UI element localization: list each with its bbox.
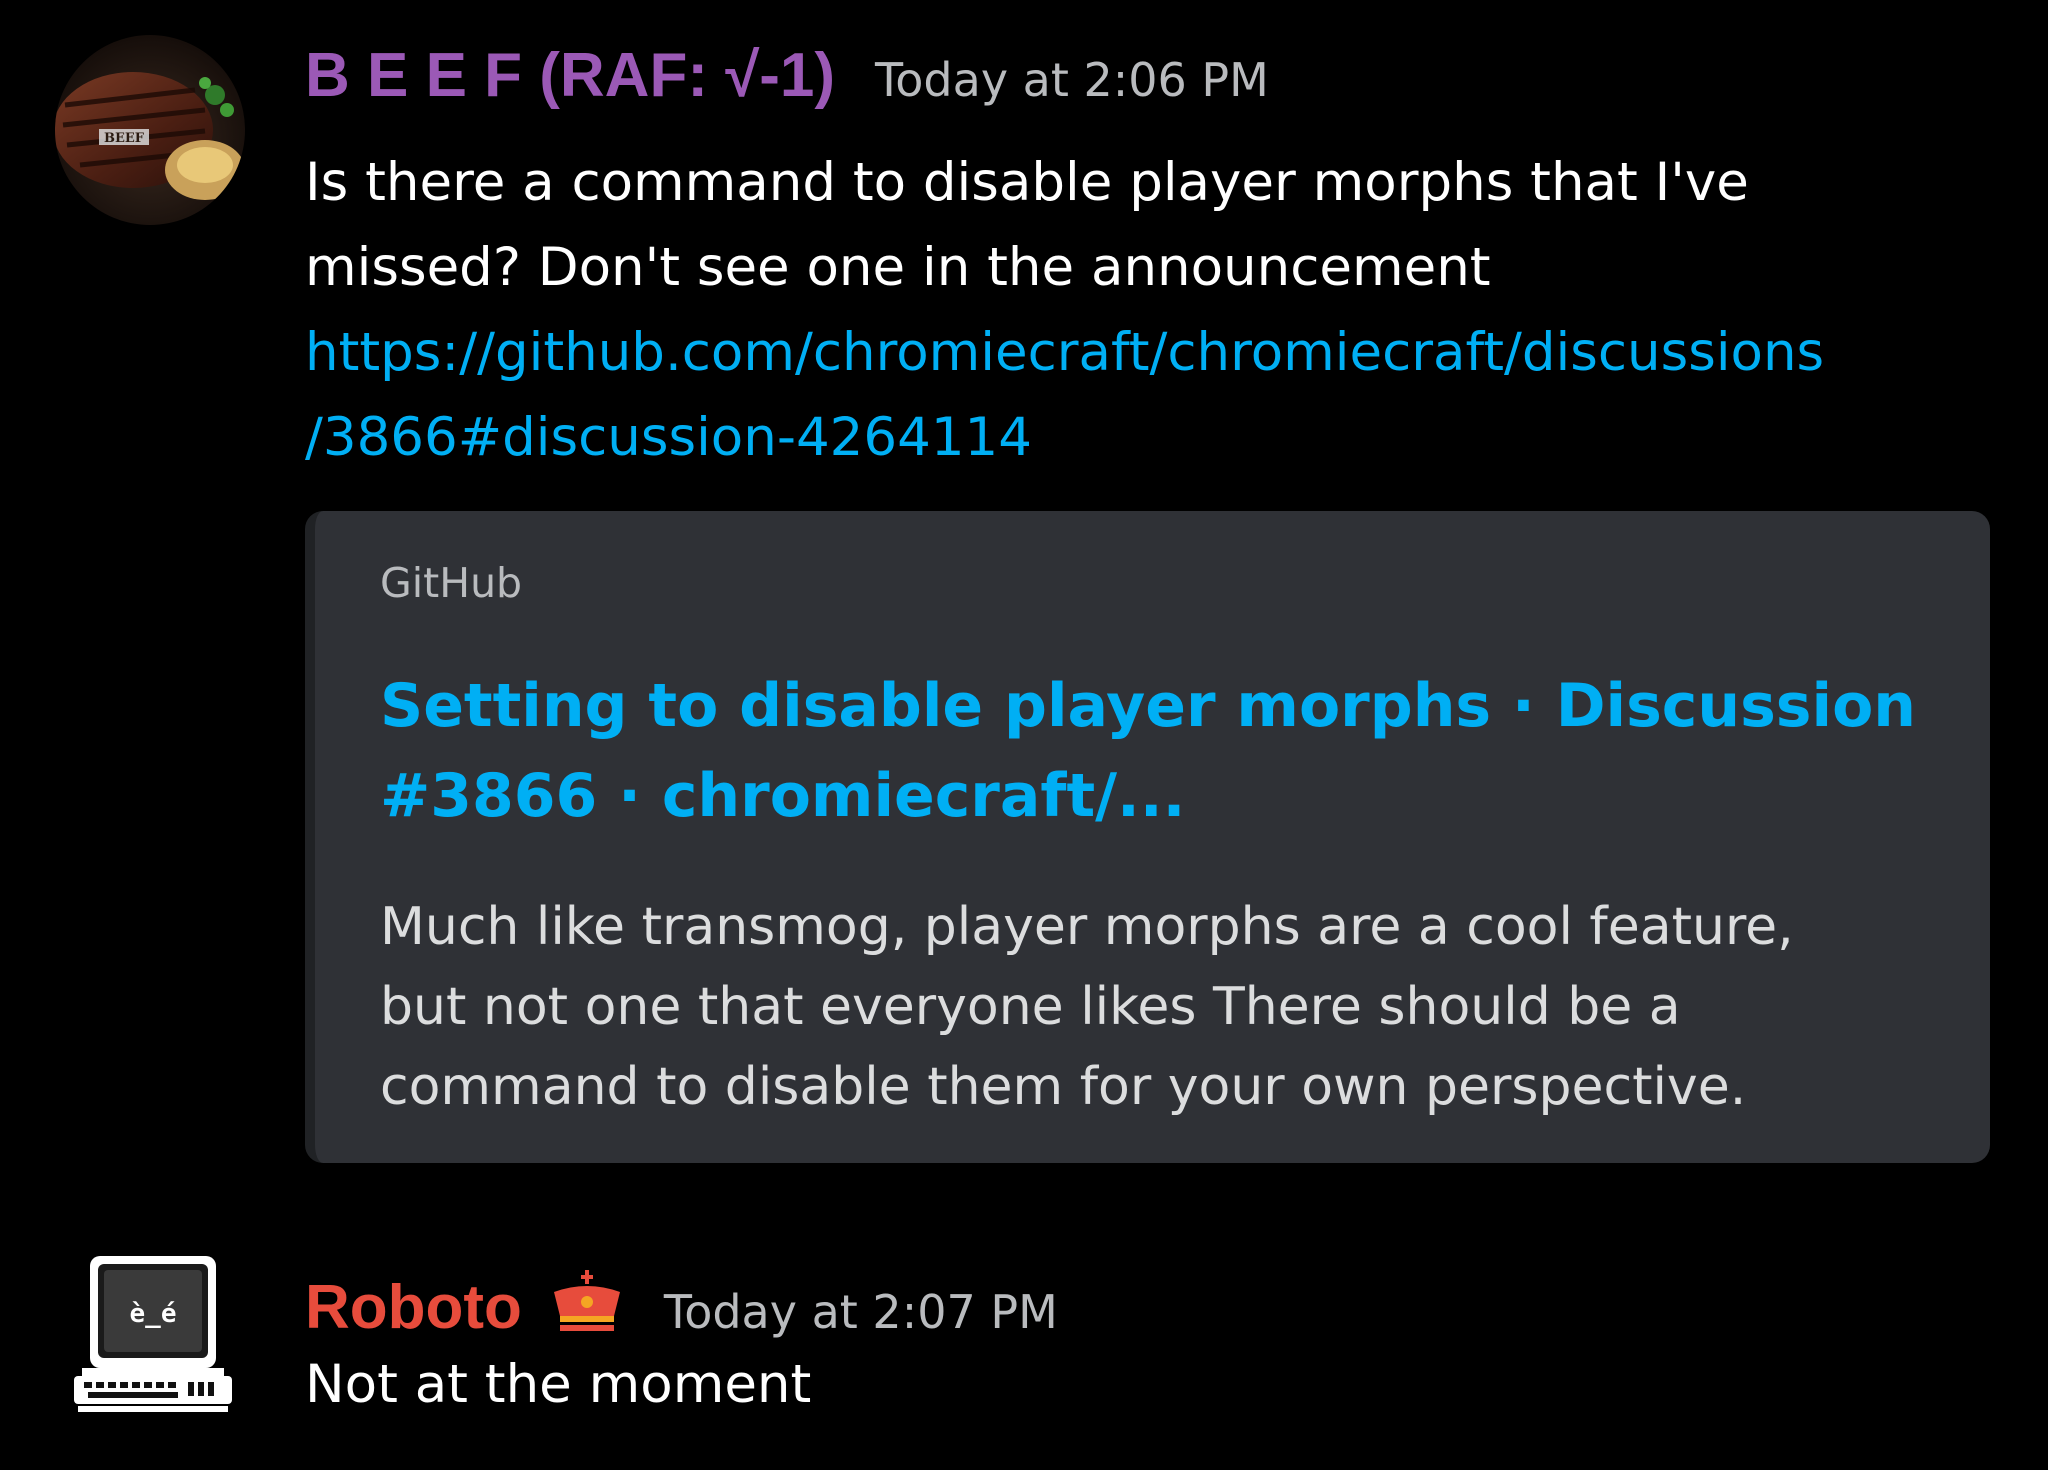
timestamp: Today at 2:07 PM — [663, 1285, 1058, 1339]
message-link-line[interactable]: /3866#discussion-4264114 — [305, 395, 1824, 480]
crown-icon — [550, 1270, 624, 1340]
embed-desc-line: Much like transmog, player morphs are a … — [380, 897, 1794, 957]
timestamp: Today at 2:06 PM — [875, 53, 1269, 107]
message-link-line[interactable]: https://github.com/chromiecraft/chromiec… — [305, 310, 1824, 395]
embed-description: Much like transmog, player morphs are a … — [380, 887, 1960, 1127]
message-content: Not at the moment — [305, 1342, 811, 1427]
username[interactable]: B E E F (RAF: √-1) — [305, 40, 835, 111]
username[interactable]: Roboto — [305, 1272, 522, 1343]
embed-provider[interactable]: GitHub — [380, 559, 522, 607]
steak-avatar-image: BEEF — [55, 35, 245, 225]
message-header: Roboto Today at 2:07 PM — [305, 1262, 1058, 1343]
message-content: Is there a command to disable player mor… — [305, 140, 1824, 480]
message-link[interactable]: https://github.com/chromiecraft/chromiec… — [305, 310, 1824, 480]
message-text-line: Is there a command to disable player mor… — [305, 152, 1749, 213]
user-avatar[interactable]: BEEF — [55, 35, 245, 225]
avatar-face-text: è_é — [130, 1299, 177, 1329]
computer-avatar-image: è_é — [74, 1256, 232, 1412]
embed-desc-line: but not one that everyone likes There sh… — [380, 977, 1681, 1037]
link-embed: GitHub Setting to disable player morphs … — [305, 511, 1990, 1163]
user-avatar[interactable]: è_é — [68, 1250, 238, 1420]
message-text-line: Not at the moment — [305, 1354, 812, 1415]
message-text-line: missed? Don't see one in the announcemen… — [305, 237, 1491, 298]
embed-title-line[interactable]: #3866 · chromiecraft/... — [380, 751, 1940, 841]
embed-title[interactable]: Setting to disable player morphs · Discu… — [380, 661, 1940, 841]
message-header: B E E F (RAF: √-1) Today at 2:06 PM — [305, 40, 1269, 111]
embed-desc-line: command to disable them for your own per… — [380, 1057, 1747, 1117]
avatar-logo-text: BEEF — [104, 131, 145, 146]
embed-title-line[interactable]: Setting to disable player morphs · Discu… — [380, 661, 1940, 751]
